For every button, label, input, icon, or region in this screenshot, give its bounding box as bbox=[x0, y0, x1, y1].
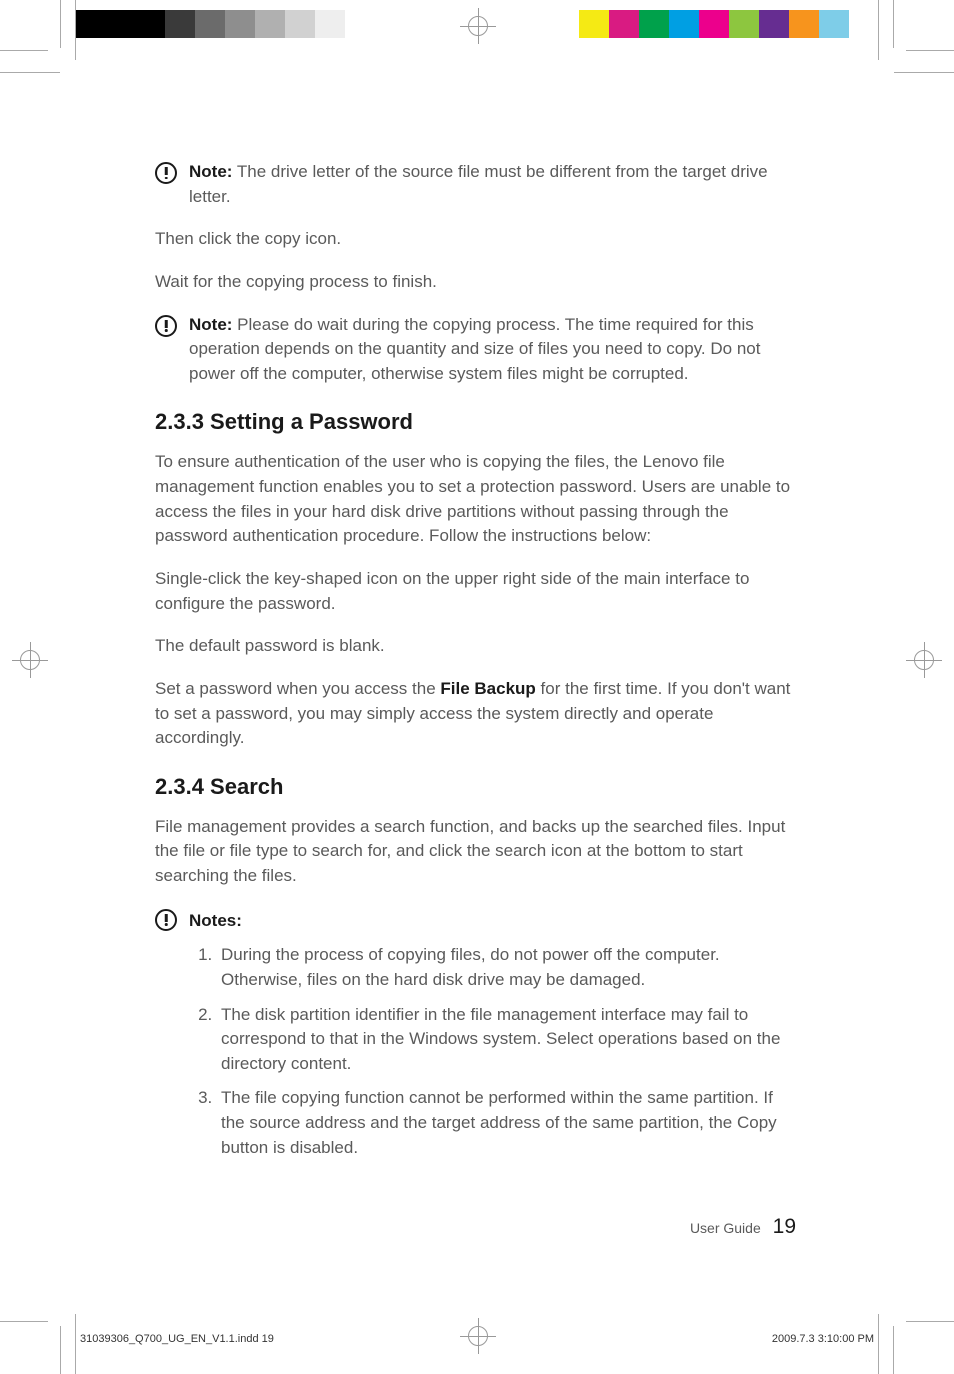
note-body: Please do wait during the copying proces… bbox=[189, 315, 760, 383]
color-bar bbox=[819, 10, 849, 38]
text-run: Set a password when you access the bbox=[155, 679, 440, 698]
list-item: The disk partition identifier in the fil… bbox=[217, 1003, 800, 1077]
section-heading: 2.3.3 Setting a Password bbox=[155, 406, 800, 438]
color-bar bbox=[789, 10, 819, 38]
note-body: The drive letter of the source file must… bbox=[189, 162, 768, 206]
crop-mark bbox=[894, 72, 954, 73]
crop-mark bbox=[75, 0, 76, 60]
crop-mark bbox=[878, 0, 879, 60]
crop-mark bbox=[0, 50, 48, 51]
list-item: During the process of copying files, do … bbox=[217, 943, 800, 992]
body-paragraph: Single-click the key-shaped icon on the … bbox=[155, 567, 800, 616]
registration-mark-left bbox=[12, 642, 48, 678]
crop-mark bbox=[878, 1314, 879, 1374]
bold-text: File Backup bbox=[440, 679, 535, 698]
crop-mark bbox=[906, 1321, 954, 1322]
color-bar bbox=[225, 10, 255, 38]
crop-mark bbox=[893, 0, 894, 48]
color-bar bbox=[165, 10, 195, 38]
body-paragraph: The default password is blank. bbox=[155, 634, 800, 659]
notes-block: Notes: bbox=[155, 907, 800, 934]
list-item: The file copying function cannot be perf… bbox=[217, 1086, 800, 1160]
greyscale-bars bbox=[75, 10, 375, 38]
footer-label: User Guide bbox=[690, 1220, 761, 1236]
color-bar bbox=[135, 10, 165, 38]
color-bar bbox=[75, 10, 105, 38]
registration-mark-right bbox=[906, 642, 942, 678]
notes-label: Notes: bbox=[189, 907, 242, 934]
crop-mark bbox=[75, 1314, 76, 1374]
color-bar bbox=[255, 10, 285, 38]
note-text: Note: Please do wait during the copying … bbox=[189, 313, 800, 387]
crop-mark bbox=[0, 1321, 48, 1322]
body-paragraph: Set a password when you access the File … bbox=[155, 677, 800, 751]
color-bar bbox=[195, 10, 225, 38]
crop-mark bbox=[893, 1326, 894, 1374]
notes-list: During the process of copying files, do … bbox=[217, 943, 800, 1160]
color-bar bbox=[609, 10, 639, 38]
caution-icon bbox=[155, 909, 177, 931]
note-block: Note: Please do wait during the copying … bbox=[155, 313, 800, 387]
color-bar bbox=[759, 10, 789, 38]
color-bar bbox=[285, 10, 315, 38]
color-bar bbox=[849, 10, 879, 38]
note-text: Note: The drive letter of the source fil… bbox=[189, 160, 800, 209]
body-paragraph: Wait for the copying process to finish. bbox=[155, 270, 800, 295]
crop-mark bbox=[0, 72, 60, 73]
color-bar bbox=[315, 10, 345, 38]
color-bar bbox=[345, 10, 375, 38]
color-swatch-bars bbox=[579, 10, 879, 38]
crop-mark bbox=[60, 0, 61, 48]
crop-mark bbox=[60, 1326, 61, 1374]
registration-mark-top bbox=[460, 8, 496, 44]
note-label: Note: bbox=[189, 162, 232, 181]
color-bar bbox=[105, 10, 135, 38]
registration-mark-bottom bbox=[460, 1318, 496, 1354]
slug-timestamp: 2009.7.3 3:10:00 PM bbox=[772, 1333, 874, 1345]
color-bar bbox=[699, 10, 729, 38]
page-number: 19 bbox=[773, 1215, 796, 1238]
caution-icon bbox=[155, 162, 177, 184]
note-label: Note: bbox=[189, 315, 232, 334]
page-content: Note: The drive letter of the source fil… bbox=[155, 160, 800, 1170]
color-bar bbox=[669, 10, 699, 38]
page-footer: User Guide 19 bbox=[690, 1215, 796, 1239]
body-paragraph: To ensure authentication of the user who… bbox=[155, 450, 800, 549]
color-bar bbox=[729, 10, 759, 38]
body-paragraph: File management provides a search functi… bbox=[155, 815, 800, 889]
caution-icon bbox=[155, 315, 177, 337]
body-paragraph: Then click the copy icon. bbox=[155, 227, 800, 252]
crop-mark bbox=[906, 50, 954, 51]
color-bar bbox=[639, 10, 669, 38]
color-bar bbox=[579, 10, 609, 38]
section-heading: 2.3.4 Search bbox=[155, 771, 800, 803]
slug-filename: 31039306_Q700_UG_EN_V1.1.indd 19 bbox=[80, 1333, 274, 1345]
note-block: Note: The drive letter of the source fil… bbox=[155, 160, 800, 209]
